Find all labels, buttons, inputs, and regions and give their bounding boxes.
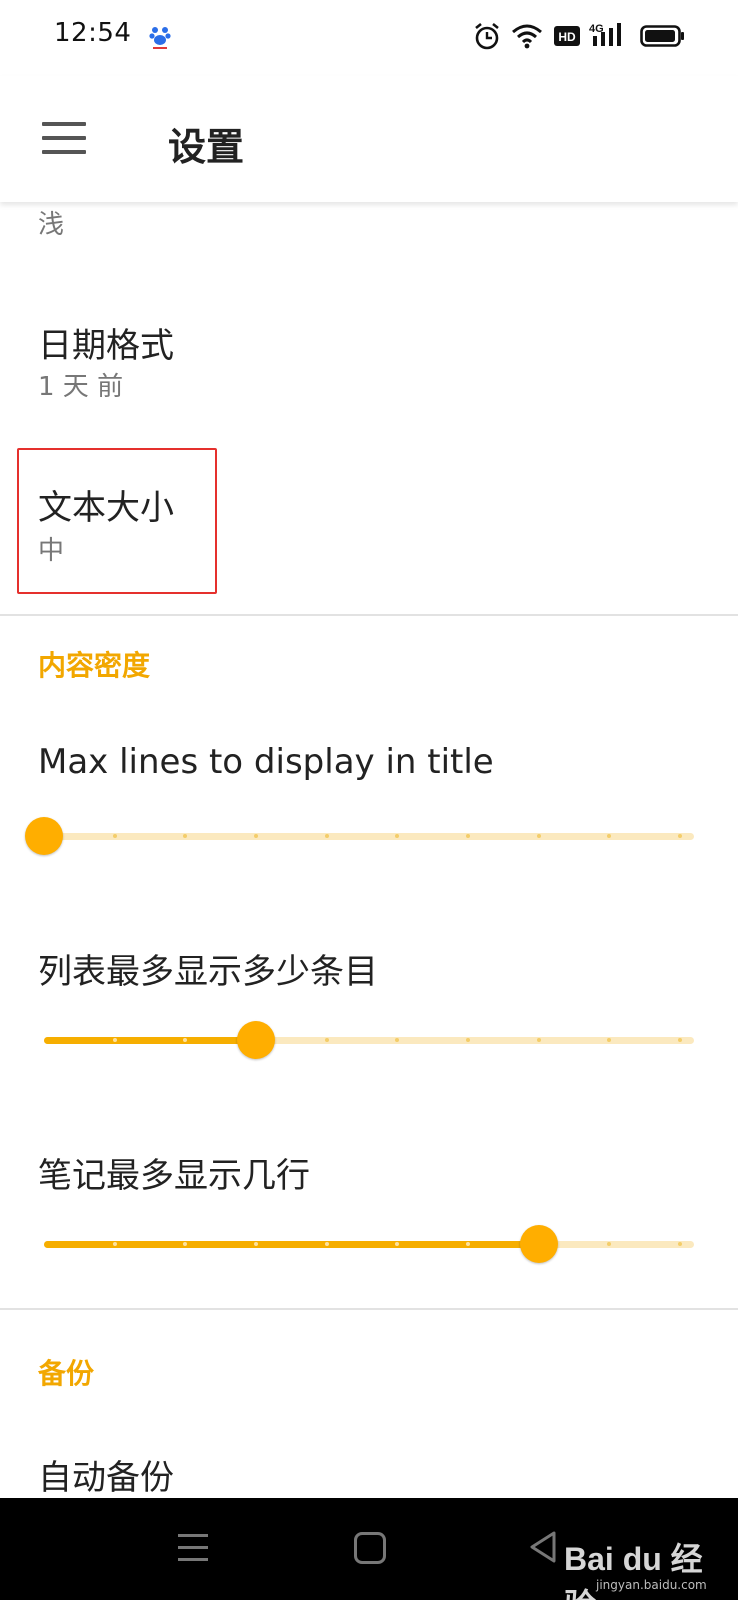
backup-section-header: 备份 xyxy=(38,1357,95,1390)
theme-preference[interactable]: 浅 xyxy=(0,202,738,272)
recents-icon[interactable] xyxy=(176,1532,210,1564)
status-bar: 12:54 HD 4G xyxy=(0,0,738,76)
max-title-lines-label: Max lines to display in title xyxy=(38,742,494,782)
slider-tick xyxy=(536,834,541,838)
slider-tick xyxy=(536,1038,541,1042)
note-max-lines-label: 笔记最多显示几行 xyxy=(38,1156,310,1196)
slider-tick xyxy=(112,1038,117,1042)
auto-backup-preference[interactable]: 自动备份 xyxy=(0,1432,738,1498)
wifi-icon xyxy=(512,24,542,49)
slider-tick xyxy=(678,1242,682,1246)
baidu-jingyan-watermark: Bai du 经验 jingyan.baidu.com xyxy=(564,1508,734,1600)
watermark-url: jingyan.baidu.com xyxy=(596,1578,707,1592)
hd-label: HD xyxy=(558,30,576,44)
highlight-annotation xyxy=(17,448,217,594)
date-format-title: 日期格式 xyxy=(38,326,174,366)
status-time: 12:54 xyxy=(54,18,132,48)
section-divider xyxy=(0,614,738,616)
home-icon[interactable] xyxy=(354,1532,386,1564)
slider-tick xyxy=(112,1242,117,1246)
slider-thumb[interactable] xyxy=(25,817,63,855)
back-icon[interactable] xyxy=(528,1530,558,1564)
hamburger-menu-icon[interactable] xyxy=(30,110,98,170)
slider-tick xyxy=(466,1242,470,1246)
slider-tick xyxy=(324,1038,329,1042)
hd-icon: HD xyxy=(554,26,580,46)
density-section-header: 内容密度 xyxy=(38,649,151,682)
alarm-icon xyxy=(475,22,499,50)
list-max-items-label: 列表最多显示多少条目 xyxy=(38,952,378,992)
slider-thumb[interactable] xyxy=(519,1225,558,1263)
slider-tick xyxy=(466,834,470,838)
slider-thumb[interactable] xyxy=(237,1021,275,1059)
battery-icon xyxy=(640,25,684,47)
slider-tick xyxy=(254,1242,258,1246)
slider-tick xyxy=(678,834,682,838)
slider-tick xyxy=(466,1038,470,1042)
page-title: 设置 xyxy=(168,125,245,169)
section-divider xyxy=(0,1308,738,1310)
signal-4g-icon: 4G xyxy=(589,23,621,46)
slider-tick xyxy=(324,834,329,838)
slider-tick xyxy=(112,834,117,838)
app-bar: 设置 xyxy=(0,76,738,202)
baidu-paw-icon xyxy=(149,27,171,49)
max-title-lines-slider[interactable] xyxy=(25,816,700,856)
note-max-lines-slider[interactable] xyxy=(30,1224,700,1264)
auto-backup-title: 自动备份 xyxy=(38,1458,174,1498)
settings-list[interactable]: 浅 日期格式 1 天 前 文本大小 中 内容密度 Max lines to di… xyxy=(0,202,738,1498)
date-format-preference[interactable]: 日期格式 1 天 前 xyxy=(0,292,738,422)
slider-tick xyxy=(324,1242,329,1246)
slider-tick xyxy=(254,834,258,838)
theme-summary: 浅 xyxy=(38,210,65,240)
slider-tick xyxy=(678,1038,682,1042)
list-max-items-slider[interactable] xyxy=(30,1020,700,1060)
date-format-summary: 1 天 前 xyxy=(38,372,124,402)
